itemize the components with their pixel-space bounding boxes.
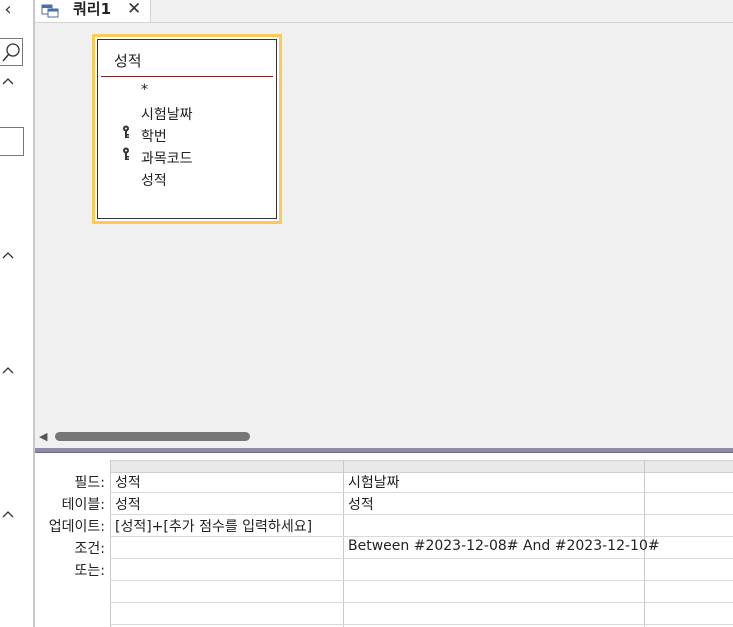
column-selector-bar[interactable] [110,460,733,473]
grid-row-divider [110,580,733,581]
row-label-update: 업데이트: [48,519,105,535]
search-box[interactable] [0,38,23,66]
key-icon [123,125,129,138]
grid-row-divider [110,624,733,625]
horizontal-scrollbar[interactable]: ◀ [35,429,733,445]
key-icon [123,147,129,160]
query-design-grid: 필드: 테이블: 업데이트: 조건: 또는: 성적 성적 [성적]+[추가 점수… [35,453,733,627]
field-student-id[interactable]: 학번 [141,126,167,146]
grid-cell-criteria[interactable]: Between #2023-12-08# And #2023-12-10# [348,538,660,554]
field-subject-code[interactable]: 과목코드 [141,148,193,168]
table-title-divider [101,76,273,77]
field-exam-date[interactable]: 시험날짜 [141,104,193,124]
grid-cell-field[interactable]: 성적 [115,472,141,492]
grid-row-divider [110,602,733,603]
grid-cell-table[interactable]: 성적 [115,494,141,514]
row-label-table: 테이블: [61,497,105,513]
query-icon [41,4,59,18]
tab-query1[interactable]: 쿼리1 ✕ [35,0,151,22]
grid-cell-field[interactable]: 시험날짜 [348,472,400,492]
row-label-field: 필드: [74,475,105,491]
table-field-list-frame: 성적 * 시험날짜 학번 과목코드 성적 [97,39,277,219]
grid-row-divider [110,558,733,559]
scrollbar-thumb[interactable] [55,432,250,441]
grid-row-divider [110,536,733,537]
document-tab-bar: 쿼리1 ✕ [35,0,733,23]
chevron-up-icon[interactable] [0,360,18,380]
chevron-up-icon[interactable] [0,245,18,265]
table-title: 성적 [114,52,142,70]
field-asterisk[interactable]: * [141,82,148,98]
grid-row-divider [110,514,733,515]
field-score[interactable]: 성적 [141,170,167,190]
grid-row-divider [110,492,733,493]
tab-title: 쿼리1 [73,0,112,18]
chevron-up-icon[interactable] [0,504,18,524]
row-label-or: 또는: [74,563,105,579]
table-field-list[interactable]: 성적 * 시험날짜 학번 과목코드 성적 [92,34,282,224]
nav-item-box[interactable] [0,127,24,156]
grid-cell-update[interactable]: [성적]+[추가 점수를 입력하세요] [115,516,312,536]
query-design-area: 성적 * 시험날짜 학번 과목코드 성적 [35,23,733,448]
row-label-criteria: 조건: [74,541,105,557]
grid-cell-table[interactable]: 성적 [348,494,374,514]
chevron-left-icon[interactable]: ‹ [0,0,18,20]
close-icon[interactable]: ✕ [127,0,141,18]
chevron-up-icon[interactable] [0,71,18,91]
scroll-left-icon[interactable]: ◀ [39,430,47,443]
navigation-pane: ‹ [0,0,33,627]
search-icon [2,43,20,62]
